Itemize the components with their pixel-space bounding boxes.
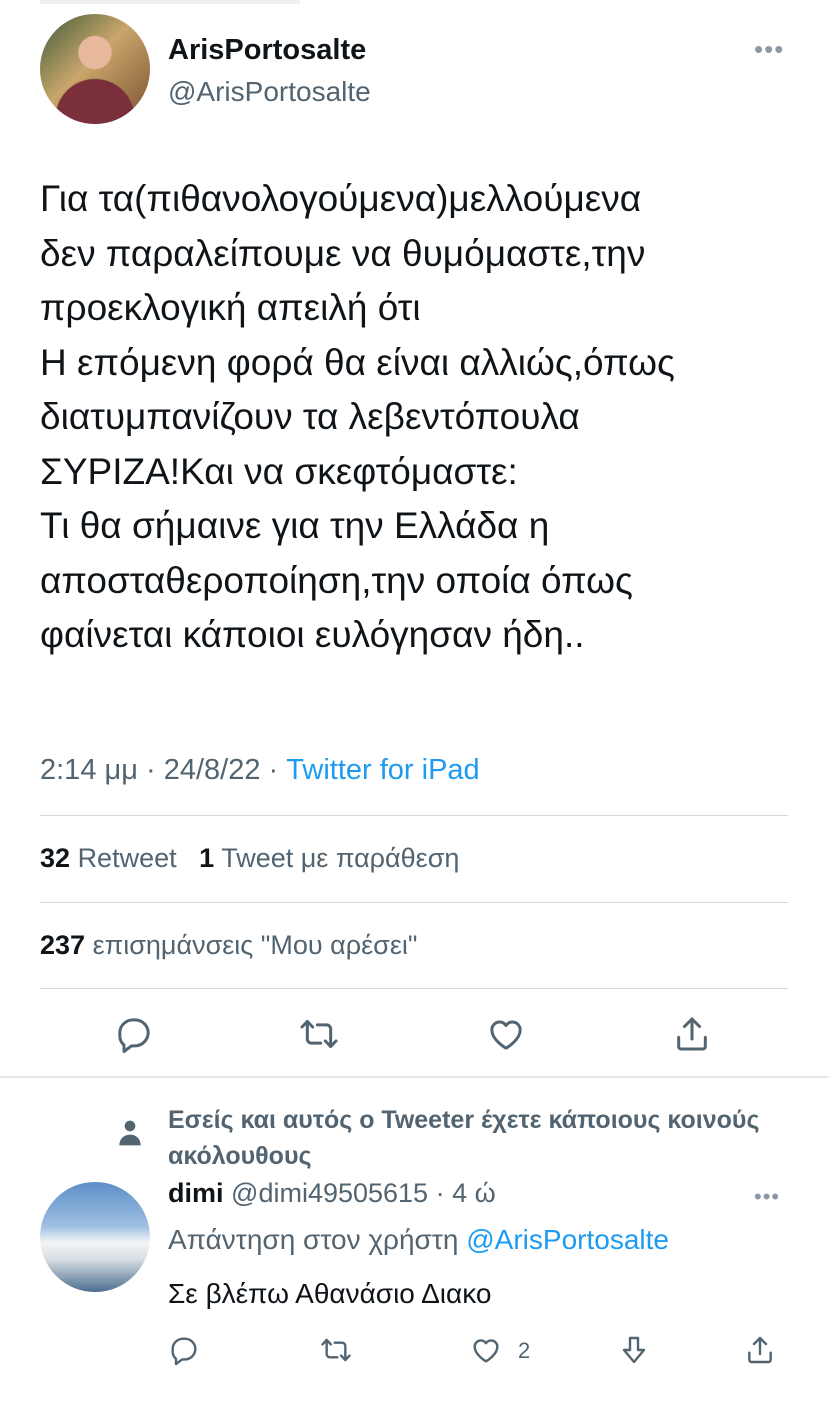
reply-handle[interactable]: @dimi49505615 [231,1178,428,1208]
reply-time[interactable]: 4 ώ [452,1178,496,1208]
retweet-icon[interactable] [299,1014,339,1054]
reply-display-name[interactable]: dimi [168,1178,224,1208]
meta-dot-2: · [268,754,279,786]
retweets-stat[interactable]: 32 Retweet [40,843,177,873]
retweet-stats: 32 Retweet 1 Tweet με παράθεση [40,843,459,874]
retweets-count: 32 [40,843,71,873]
divider [40,815,788,816]
meta-dot: · [145,754,156,786]
section-separator [0,1076,828,1078]
more-horizontal-icon[interactable]: ••• [754,36,784,62]
author-handle[interactable]: @ArisPortosalte [168,76,371,108]
person-icon [114,1116,146,1148]
replying-to-label: Απάντηση στον χρήστη [168,1224,459,1255]
reply-more-icon[interactable]: ••• [754,1186,780,1208]
divider [40,988,788,989]
share-icon[interactable] [672,1014,712,1054]
likes-label: επισημάνσεις "Μου αρέσει" [92,930,418,960]
reply-like-count: 2 [518,1338,531,1363]
tweet-meta: 2:14 μμ · 24/8/22 · Twitter for iPad [40,754,480,787]
reply-reply-icon[interactable] [168,1334,200,1366]
reply-like-icon[interactable] [470,1334,502,1366]
tweet-source[interactable]: Twitter for iPad [286,754,479,786]
reply-downvote-icon[interactable] [618,1334,650,1366]
reply-retweet-icon[interactable] [320,1334,352,1366]
reply-text: Σε βλέπω Αθανάσιο Διακο [168,1278,492,1309]
reply-icon[interactable] [114,1014,154,1054]
likes-count: 237 [40,930,86,960]
retweets-label: Retweet [77,843,177,873]
reply-dot: · [435,1178,445,1208]
reply-share-icon[interactable] [744,1334,776,1366]
top-cutoff-bar [40,0,300,4]
quotes-count: 1 [199,843,215,873]
reply-avatar[interactable] [40,1182,150,1292]
tweet-time: 2:14 μμ [40,754,138,786]
quotes-label: Tweet με παράθεση [221,843,460,873]
likes-stat[interactable]: 237 επισημάνσεις "Μου αρέσει" [40,930,417,961]
social-context: Εσείς και αυτός ο Tweeter έχετε κάποιους… [168,1106,760,1170]
replying-to-handle[interactable]: @ArisPortosalte [466,1224,669,1255]
avatar[interactable] [40,14,150,124]
tweet-text: Για τα(πιθανολογούμενα)μελλούμενα δεν πα… [40,178,675,655]
divider [40,902,788,903]
replying-to: Απάντηση στον χρήστη @ArisPortosalte [168,1224,669,1256]
quotes-stat[interactable]: 1 Tweet με παράθεση [199,843,459,873]
author-display-name[interactable]: ArisPortosalte [168,34,366,67]
tweet-date[interactable]: 24/8/22 [164,754,261,786]
like-icon[interactable] [486,1014,526,1054]
reply-header: dimi @dimi49505615 · 4 ώ [168,1178,496,1209]
